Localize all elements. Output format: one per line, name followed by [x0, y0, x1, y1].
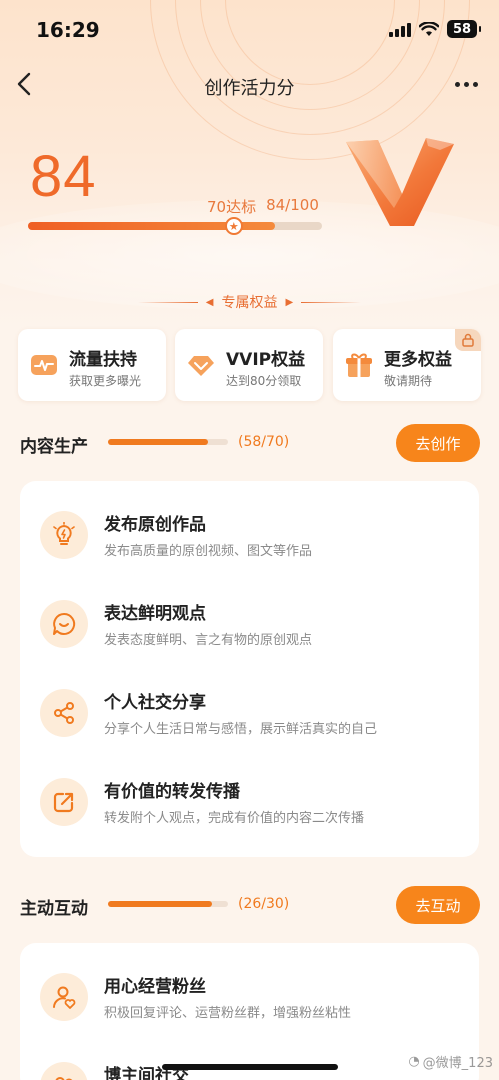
- chat-smile-icon: [40, 600, 88, 648]
- target-star-icon: ★: [224, 217, 243, 235]
- watermark: ◔ @微博_123: [408, 1052, 493, 1071]
- page-title: 创作活力分: [204, 78, 295, 99]
- task-description: 积极回复评论、运营粉丝群，增强粉丝粘性: [104, 1006, 352, 1021]
- home-indicator[interactable]: [162, 1064, 338, 1070]
- section-progress-bar: [108, 901, 228, 907]
- right-arrow-icon: ▶: [285, 296, 294, 308]
- benefit-card-vvip[interactable]: VVIP权益 达到80分领取: [175, 329, 323, 401]
- interaction-section-header: 主动互动 (26/30) 去互动: [20, 886, 480, 926]
- status-bar: 16:29 58: [0, 0, 499, 60]
- task-description: 分享个人生活日常与感悟，展示鲜活真实的自己: [104, 722, 378, 737]
- benefit-title: VVIP权益: [226, 350, 306, 370]
- task-item-valuable-forward[interactable]: 有价值的转发传播 转发附个人观点，完成有价值的内容二次传播: [20, 760, 479, 849]
- task-item-original-work[interactable]: 发布原创作品 发布高质量的原创视频、图文等作品: [20, 493, 479, 582]
- content-task-card: 发布原创作品 发布高质量的原创视频、图文等作品 表达鲜明观点 发表态度鲜明、言之…: [20, 481, 479, 857]
- task-title: 用心经营粉丝: [104, 977, 206, 997]
- section-progress-fill: [108, 439, 208, 445]
- gift-icon: [346, 353, 372, 377]
- more-dot: [463, 81, 469, 87]
- forward-icon: [40, 778, 88, 826]
- go-interact-button[interactable]: 去互动: [396, 886, 480, 924]
- section-progress-bar: [108, 439, 228, 445]
- score-progress-label: 84/100: [266, 196, 319, 214]
- benefit-subtitle: 达到80分领取: [226, 374, 302, 388]
- traffic-icon: [31, 355, 57, 375]
- share-icon: [40, 689, 88, 737]
- score-progress-bar: ★: [28, 217, 322, 235]
- section-count: (26/30): [238, 896, 290, 912]
- benefits-label-text: 专属权益: [221, 295, 278, 311]
- more-dot: [454, 81, 460, 87]
- benefit-title: 流量扶持: [69, 350, 137, 370]
- task-title: 表达鲜明观点: [104, 604, 206, 624]
- task-item-manage-fans[interactable]: 用心经营粉丝 积极回复评论、运营粉丝群，增强粉丝粘性: [20, 955, 479, 1044]
- lightbulb-icon: [40, 511, 88, 559]
- diamond-icon: [188, 356, 214, 376]
- benefit-subtitle: 敬请期待: [384, 374, 433, 388]
- cellular-signal-icon: [389, 21, 411, 37]
- divider: [301, 301, 362, 303]
- section-count: (58/70): [238, 434, 290, 450]
- content-section-header: 内容生产 (58/70) 去创作: [20, 424, 480, 464]
- more-button[interactable]: [449, 68, 483, 100]
- target-label: 70达标: [207, 198, 257, 216]
- task-title: 有价值的转发传播: [104, 782, 240, 802]
- task-item-clear-viewpoint[interactable]: 表达鲜明观点 发表态度鲜明、言之有物的原创观点: [20, 582, 479, 671]
- benefit-card-traffic[interactable]: 流量扶持 获取更多曝光: [18, 329, 166, 401]
- section-title: 主动互动: [20, 899, 88, 919]
- score-value: 84: [30, 144, 97, 209]
- task-title: 发布原创作品: [104, 515, 206, 535]
- lock-icon: [455, 329, 481, 351]
- weibo-logo-icon: ◔: [408, 1054, 420, 1069]
- more-dot: [472, 81, 478, 87]
- user-heart-icon: [40, 973, 88, 1021]
- battery-indicator: 58: [447, 20, 481, 38]
- v-badge-logo: [346, 138, 454, 226]
- task-description: 发表态度鲜明、言之有物的原创观点: [104, 633, 313, 648]
- benefit-subtitle: 获取更多曝光: [69, 374, 142, 388]
- benefits-section-label: ◀ 专属权益 ▶: [0, 292, 499, 312]
- section-title: 内容生产: [20, 437, 88, 457]
- task-title: 个人社交分享: [104, 693, 206, 713]
- task-item-social-share[interactable]: 个人社交分享 分享个人生活日常与感悟，展示鲜活真实的自己: [20, 671, 479, 760]
- section-progress-fill: [108, 901, 213, 907]
- wifi-icon: [419, 21, 439, 36]
- left-arrow-icon: ◀: [205, 296, 214, 308]
- benefit-title: 更多权益: [384, 350, 452, 370]
- divider: [137, 301, 198, 303]
- bloggers-icon: [40, 1062, 88, 1080]
- go-create-button[interactable]: 去创作: [396, 424, 480, 462]
- status-time: 16:29: [36, 18, 100, 42]
- task-description: 发布高质量的原创视频、图文等作品: [104, 544, 313, 559]
- navigation-bar: 创作活力分: [0, 60, 499, 108]
- task-description: 转发附个人观点，完成有价值的内容二次传播: [104, 811, 365, 826]
- benefit-card-more[interactable]: 更多权益 敬请期待: [333, 329, 481, 401]
- watermark-text: @微博_123: [422, 1056, 493, 1071]
- score-target-row: 70达标 84/100: [207, 196, 319, 217]
